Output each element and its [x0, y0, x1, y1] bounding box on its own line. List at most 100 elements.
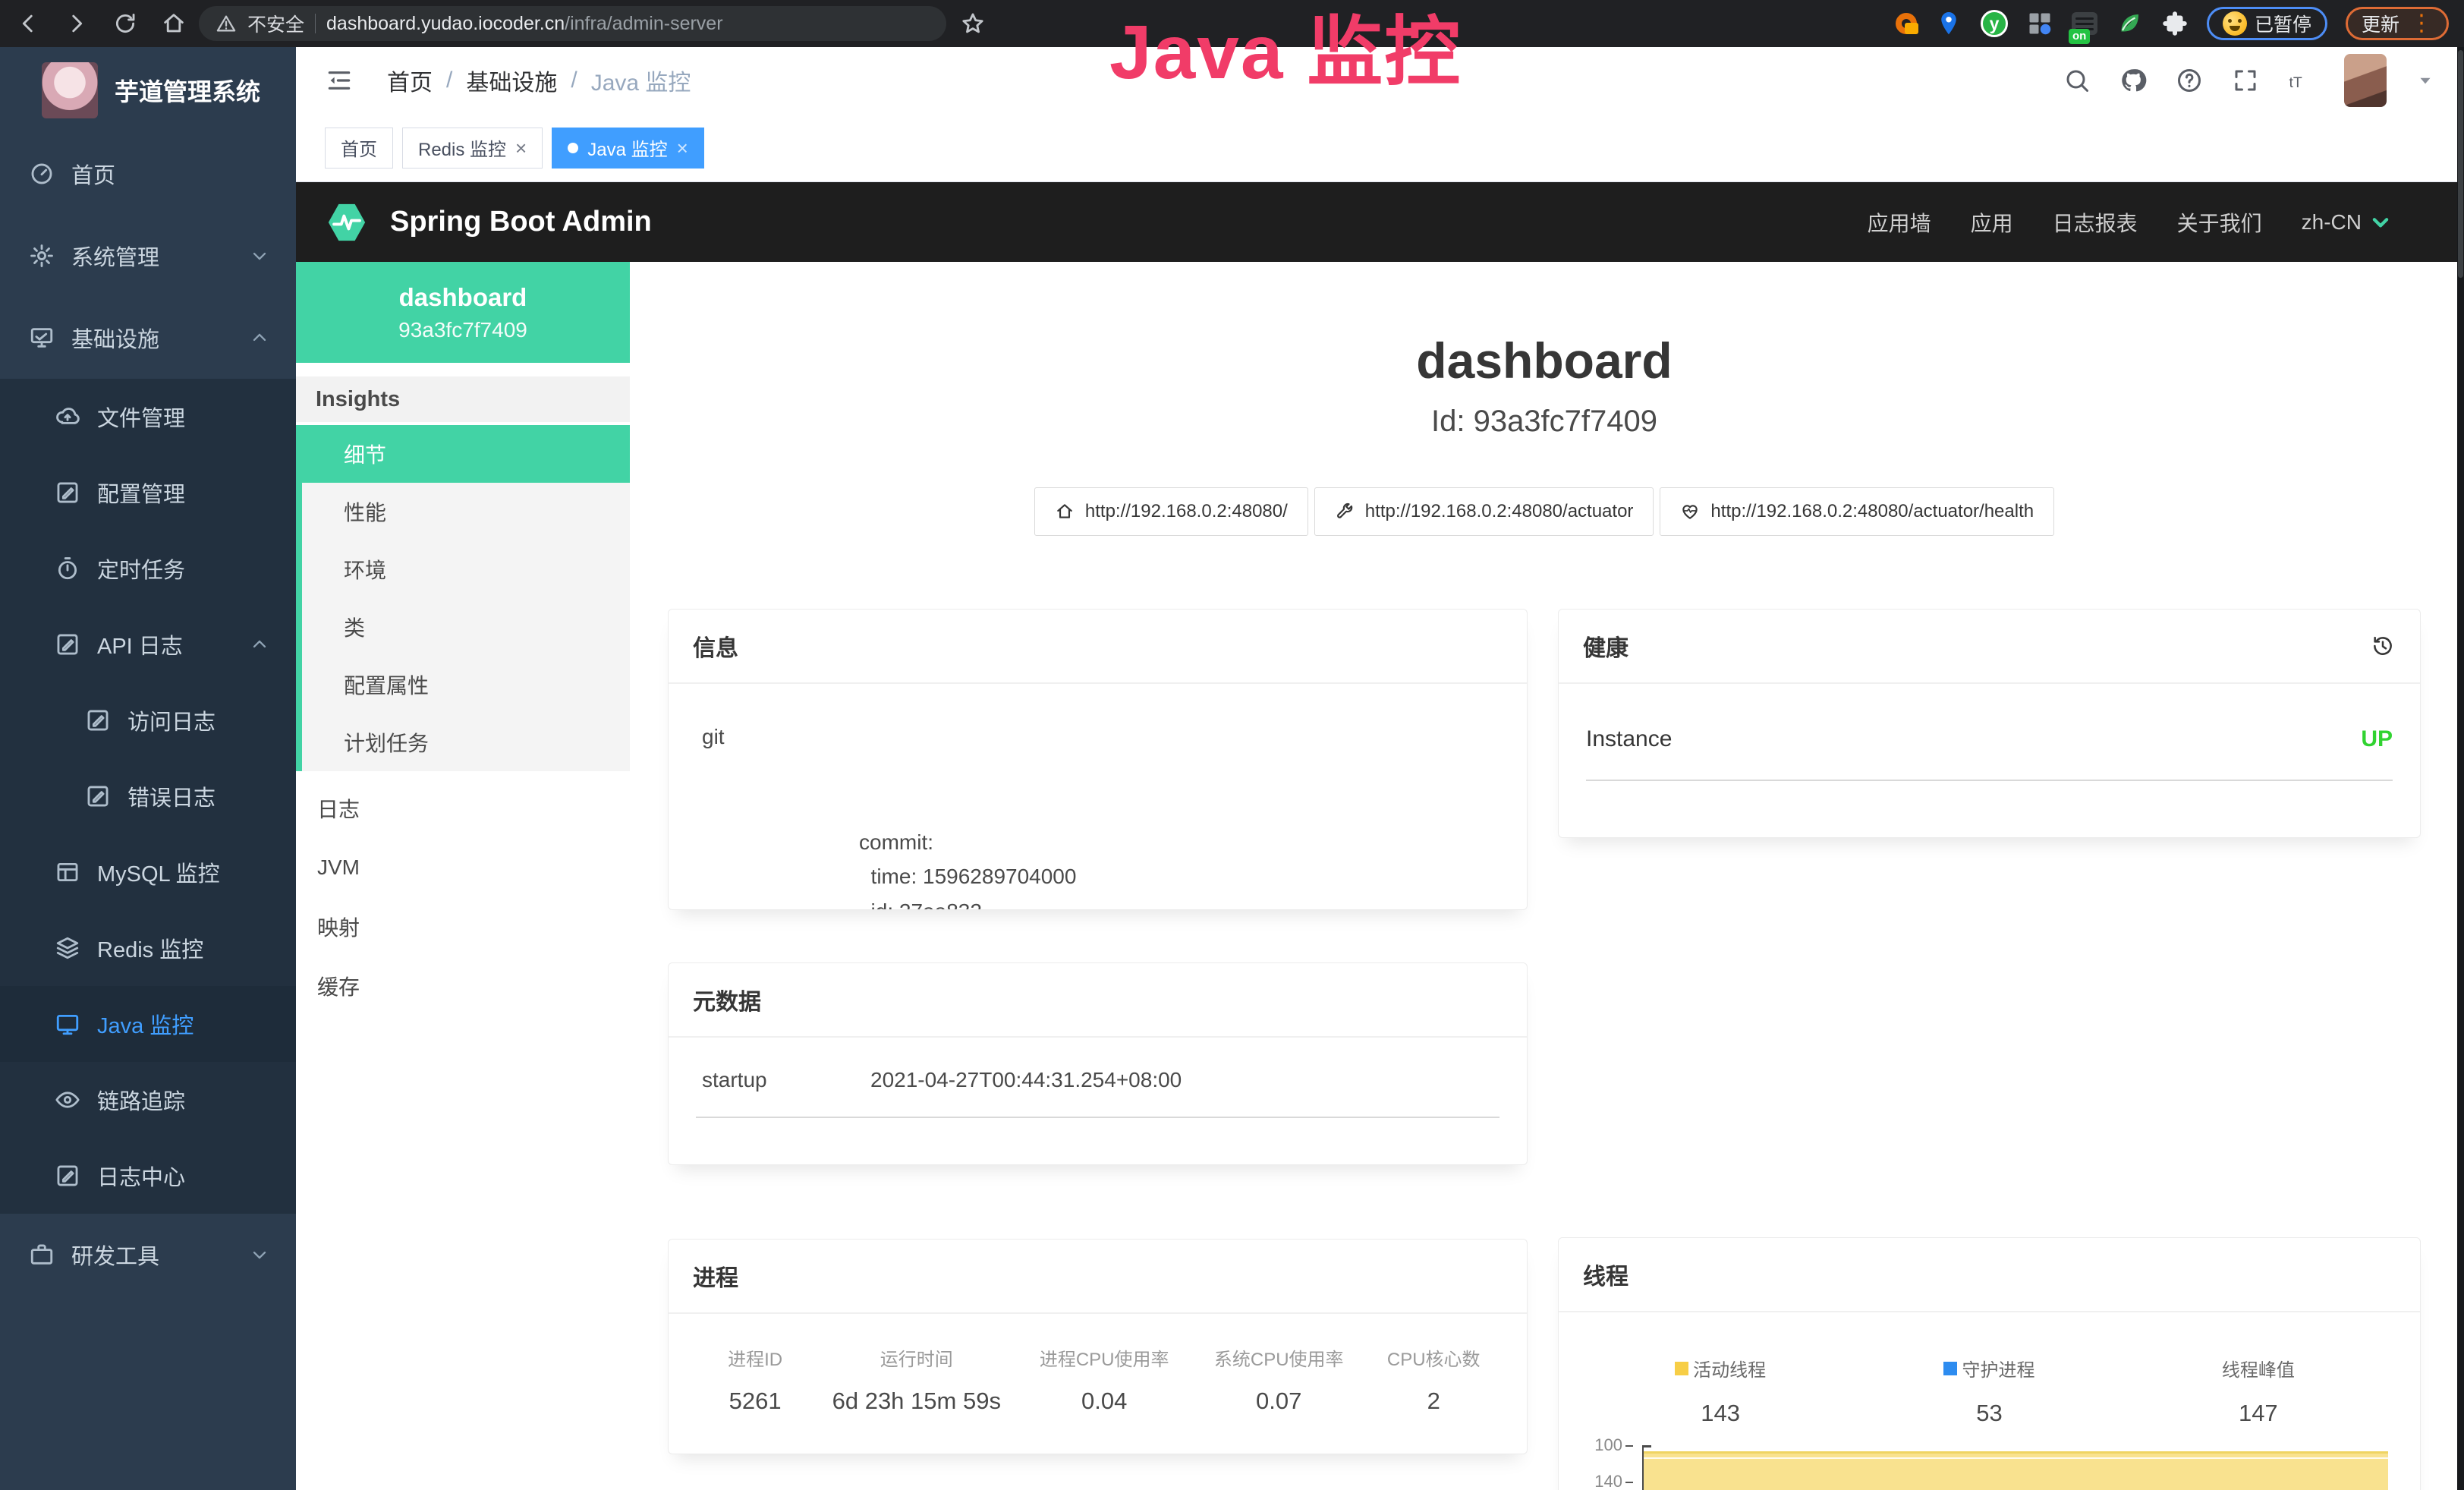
page-tab[interactable]: Redis 监控 ×: [402, 128, 543, 169]
health-row: Instance UP: [1586, 726, 2393, 781]
stat-value: 0.04: [1018, 1388, 1190, 1415]
dashboard-icon: [29, 161, 55, 187]
font-size-icon[interactable]: tT: [2288, 67, 2315, 94]
sidebar-item[interactable]: Java 监控: [0, 986, 296, 1062]
app-logo: [42, 62, 98, 118]
language-label: zh-CN: [2302, 210, 2362, 235]
sidebar-toggle-icon[interactable]: [325, 66, 354, 95]
sidebar-item[interactable]: Redis 监控: [0, 910, 296, 986]
breadcrumb-item[interactable]: 首页: [387, 64, 433, 97]
forward-icon[interactable]: [64, 11, 90, 36]
sba-nav-item[interactable]: 日志报表: [2053, 207, 2138, 238]
sba-menu-item[interactable]: 缓存: [296, 956, 630, 1016]
sidebar-item-label: API 日志: [97, 628, 183, 660]
stat-label: 运行时间: [814, 1344, 1018, 1371]
fullscreen-icon[interactable]: [2232, 67, 2259, 94]
sidebar-item[interactable]: 研发工具: [0, 1214, 296, 1296]
sidebar-item[interactable]: MySQL 监控: [0, 834, 296, 910]
puzzle-icon[interactable]: [2161, 10, 2189, 37]
kebab-menu-icon[interactable]: ⋮: [2410, 12, 2433, 35]
help-icon[interactable]: [2176, 67, 2203, 94]
insights-menu-item[interactable]: 细节: [302, 425, 630, 483]
sidebar-item[interactable]: 日志中心: [0, 1138, 296, 1214]
info-key: git: [696, 722, 859, 910]
bookmark-star-icon[interactable]: [960, 11, 986, 36]
sidebar-menu: 首页 系统管理 基础设施 文件管理: [0, 133, 296, 1296]
sba-nav-item[interactable]: 应用墙: [1868, 207, 1931, 238]
thread-card: 线程 活动线程: [1558, 1237, 2421, 1490]
search-icon[interactable]: [2063, 67, 2091, 94]
update-button[interactable]: 更新 ⋮: [2346, 7, 2449, 40]
legend-swatch: [1943, 1362, 1957, 1375]
breadcrumb-item[interactable]: 基础设施: [466, 64, 557, 97]
sba-nav-item[interactable]: 应用: [1971, 207, 2013, 238]
process-stats: 进程ID 5261 运行时间 6d 23h 15m 59s 进程CPU使用率: [696, 1344, 1499, 1415]
history-icon[interactable]: [2370, 633, 2396, 659]
warning-icon[interactable]: [216, 13, 237, 34]
page-tab[interactable]: 首页: [325, 128, 393, 169]
close-icon[interactable]: ×: [515, 138, 527, 158]
extensions-grid-icon[interactable]: [2026, 10, 2053, 37]
process-stat: 进程ID 5261: [696, 1344, 814, 1415]
language-selector[interactable]: zh-CN: [2302, 210, 2392, 235]
sidebar-item-label: 系统管理: [71, 240, 159, 272]
card-title: 线程: [1559, 1238, 2420, 1312]
extension-icon[interactable]: y: [1981, 10, 2008, 37]
breadcrumb-item[interactable]: Java 监控: [591, 64, 691, 97]
insights-menu-item[interactable]: 类: [302, 598, 630, 656]
caret-down-icon[interactable]: [2415, 71, 2435, 90]
sba-menu: 日志JVM映射缓存: [296, 779, 630, 1016]
eye-icon: [55, 1087, 80, 1113]
instance-link-button[interactable]: http://192.168.0.2:48080/actuator/health: [1660, 487, 2054, 536]
info-value: commit: time: 1596289704000 id: 27aa832b…: [859, 722, 1076, 910]
extension-icon[interactable]: [1896, 13, 1917, 34]
sba-header: Spring Boot Admin 应用墙应用日志报表关于我们 zh-CN: [296, 182, 2464, 262]
reload-icon[interactable]: [112, 11, 138, 36]
github-icon[interactable]: [2119, 67, 2147, 94]
sidebar-item[interactable]: 基础设施: [0, 297, 296, 379]
legend-label: 线程峰值: [2222, 1355, 2295, 1381]
sba-menu-item[interactable]: 日志: [296, 779, 630, 838]
address-bar[interactable]: 不安全 dashboard.yudao.iocoder.cn/infra/adm…: [199, 6, 946, 41]
sidebar-item[interactable]: API 日志: [0, 606, 296, 682]
paused-chip[interactable]: 已暂停: [2207, 7, 2327, 40]
home-icon[interactable]: [161, 11, 187, 36]
instance-link-button[interactable]: http://192.168.0.2:48080/actuator: [1314, 487, 1654, 536]
sidebar-item[interactable]: 首页: [0, 133, 296, 215]
tab-label: Java 监控: [587, 134, 667, 161]
insights-section-label: Insights: [296, 376, 630, 422]
instance-name: dashboard: [399, 283, 527, 312]
card-title: 健康: [1559, 610, 2420, 684]
legend-value: 147: [2124, 1400, 2393, 1427]
timer-icon: [55, 556, 80, 581]
sidebar-item[interactable]: 定时任务: [0, 531, 296, 606]
instance-link-button[interactable]: http://192.168.0.2:48080/: [1034, 487, 1308, 536]
sba-nav-item[interactable]: 关于我们: [2177, 207, 2262, 238]
back-icon[interactable]: [15, 11, 41, 36]
sidebar-item[interactable]: 文件管理: [0, 379, 296, 455]
insights-menu-item[interactable]: 计划任务: [302, 713, 630, 771]
insights-menu-item[interactable]: 性能: [302, 483, 630, 540]
sidebar-item[interactable]: 配置管理: [0, 455, 296, 531]
sidebar-item-label: 文件管理: [97, 401, 185, 433]
insights-menu-item[interactable]: 配置属性: [302, 656, 630, 713]
close-icon[interactable]: ×: [677, 138, 688, 158]
stat-value: 0.07: [1190, 1388, 1367, 1415]
insights-menu-item[interactable]: 环境: [302, 540, 630, 598]
sidebar-item[interactable]: 错误日志: [0, 758, 296, 834]
page-scrollbar[interactable]: [2457, 47, 2464, 1490]
chevron-down-icon: [2369, 211, 2392, 234]
page-tab[interactable]: Java 监控 ×: [552, 128, 704, 169]
sba-menu-item[interactable]: 映射: [296, 897, 630, 956]
location-pin-icon[interactable]: [1935, 10, 1962, 37]
heartbeat-icon: [1680, 502, 1700, 521]
extension-icon[interactable]: on: [2072, 12, 2097, 35]
page-title: dashboard: [668, 332, 2421, 389]
extension-icon[interactable]: [2116, 10, 2143, 37]
user-avatar[interactable]: [2344, 54, 2387, 107]
sidebar-item[interactable]: 系统管理: [0, 215, 296, 297]
sidebar-item[interactable]: 链路追踪: [0, 1062, 296, 1138]
chevron-up-icon: [249, 634, 270, 655]
sba-menu-item[interactable]: JVM: [296, 838, 630, 897]
sidebar-item[interactable]: 访问日志: [0, 682, 296, 758]
